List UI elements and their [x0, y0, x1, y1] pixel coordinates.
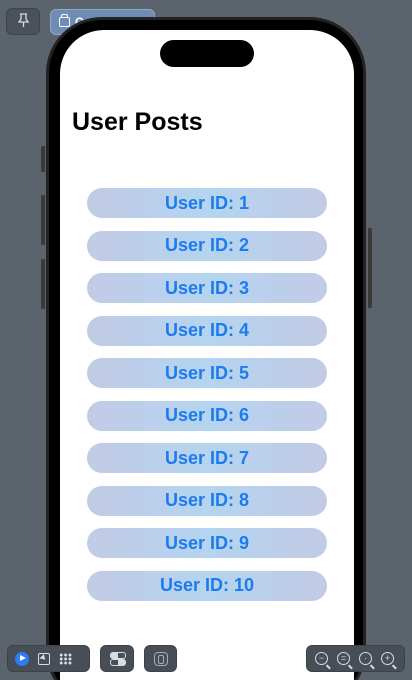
- zoom-in-icon[interactable]: +: [381, 652, 394, 665]
- device-settings-bar: [100, 645, 134, 672]
- side-button-action: [41, 146, 45, 172]
- list-item[interactable]: User ID: 6: [87, 400, 327, 431]
- device-settings-icon[interactable]: [110, 652, 126, 666]
- side-button-power: [368, 228, 372, 308]
- canvas-settings-icon[interactable]: [153, 651, 168, 666]
- preview-mode-bar: [7, 645, 90, 672]
- selectable-icon[interactable]: [38, 652, 50, 665]
- list-item-label: User ID: 6: [164, 405, 250, 426]
- list-item-label: User ID: 3: [164, 277, 250, 298]
- canvas-settings-bar: [144, 645, 177, 672]
- list-item[interactable]: User ID: 1: [87, 188, 327, 218]
- dynamic-island: [160, 40, 254, 67]
- pin-icon: [17, 12, 30, 31]
- list-item[interactable]: User ID: 4: [87, 315, 327, 346]
- list-item-label: User ID: 10: [159, 575, 255, 596]
- variants-icon[interactable]: [59, 652, 72, 665]
- list-item[interactable]: User ID: 3: [87, 273, 327, 304]
- zoom-out-icon[interactable]: −: [315, 652, 328, 665]
- list-item-label: User ID: 8: [164, 490, 250, 511]
- list-item-label: User ID: 2: [164, 235, 250, 256]
- zoom-100-icon[interactable]: ·: [359, 652, 372, 665]
- side-button-volume-down: [41, 259, 45, 309]
- list-item-label: User ID: 4: [164, 320, 250, 341]
- list-item[interactable]: User ID: 10: [87, 570, 327, 601]
- list-item[interactable]: User ID: 9: [87, 528, 327, 559]
- list-item-label: User ID: 5: [164, 362, 250, 383]
- list-item-label: User ID: 1: [164, 192, 250, 213]
- list-item-label: User ID: 9: [164, 532, 250, 553]
- zoom-fit-icon[interactable]: =: [337, 652, 350, 665]
- list-item[interactable]: User ID: 7: [87, 443, 327, 474]
- list-item[interactable]: User ID: 5: [87, 358, 327, 389]
- list-item[interactable]: User ID: 8: [87, 485, 327, 516]
- window-icon: [59, 14, 70, 27]
- list-item-label: User ID: 7: [164, 447, 250, 468]
- list-item[interactable]: User ID: 2: [87, 230, 327, 261]
- side-button-volume-up: [41, 195, 45, 245]
- zoom-bar: − = · +: [306, 645, 405, 672]
- post-list: User ID: 1 User ID: 2 User ID: 3 User ID…: [87, 188, 327, 613]
- live-preview-icon[interactable]: [15, 651, 29, 666]
- pin-button[interactable]: [6, 8, 40, 35]
- page-title: User Posts: [72, 108, 203, 136]
